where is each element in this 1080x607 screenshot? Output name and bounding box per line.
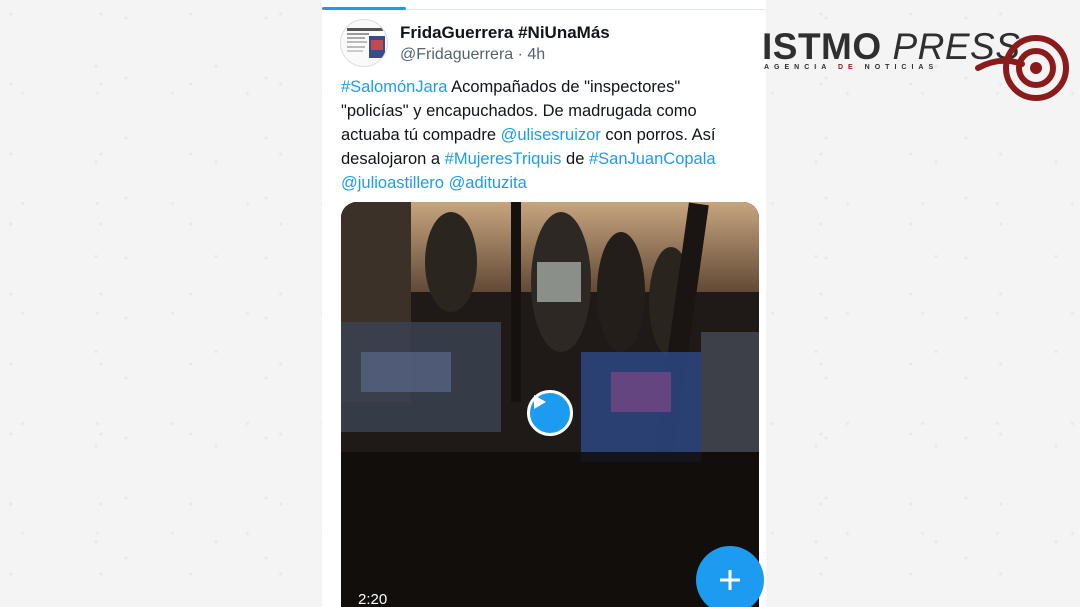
handle[interactable]: @Fridaguerrera	[400, 46, 513, 63]
hashtag-link[interactable]: #SanJuanCopala	[589, 150, 716, 168]
top-tab-bar	[322, 0, 766, 10]
display-name[interactable]: FridaGuerrera #NiUnaMás	[400, 22, 610, 44]
mention-link[interactable]: @ulisesruizor	[501, 126, 601, 144]
play-icon	[534, 395, 546, 409]
compose-tweet-button[interactable]	[696, 546, 764, 607]
active-tab-indicator	[322, 7, 406, 10]
logo-tagline-left: AGENCIA	[764, 64, 832, 71]
separator-dot: ·	[513, 46, 528, 63]
video-duration: 2:20	[358, 591, 388, 607]
twitter-screen: FridaGuerrera #NiUnaMás @Fridaguerrera ·…	[322, 0, 766, 607]
tweet-text: #SalomónJara Acompañados de "inspectores…	[341, 75, 751, 195]
plus-icon	[720, 570, 740, 590]
logo-tagline: AGENCIA DE NOTICIAS	[764, 64, 938, 71]
avatar[interactable]	[340, 19, 388, 67]
tweet-header: FridaGuerrera #NiUnaMás @Fridaguerrera ·…	[340, 19, 750, 67]
timestamp[interactable]: 4h	[527, 46, 545, 63]
mention-link[interactable]: @julioastillero	[341, 174, 444, 192]
tweet-text-segment: de	[561, 150, 589, 168]
logo-brand: ISTMO	[762, 26, 882, 67]
handle-and-time: @Fridaguerrera · 4h	[400, 44, 610, 66]
mention-link[interactable]: @adituzita	[449, 174, 527, 192]
hashtag-link[interactable]: #SalomónJara	[341, 78, 447, 96]
play-button[interactable]	[527, 390, 573, 436]
video-player[interactable]: 2:20	[341, 202, 759, 607]
istmo-press-logo: ISTMO PRESS AGENCIA DE NOTICIAS	[762, 24, 1072, 106]
logo-tagline-right: NOTICIAS	[864, 64, 939, 71]
logo-spiral-icon	[975, 35, 1069, 101]
hashtag-link[interactable]: #MujeresTriquis	[445, 150, 562, 168]
logo-tagline-mid: DE	[837, 64, 858, 71]
